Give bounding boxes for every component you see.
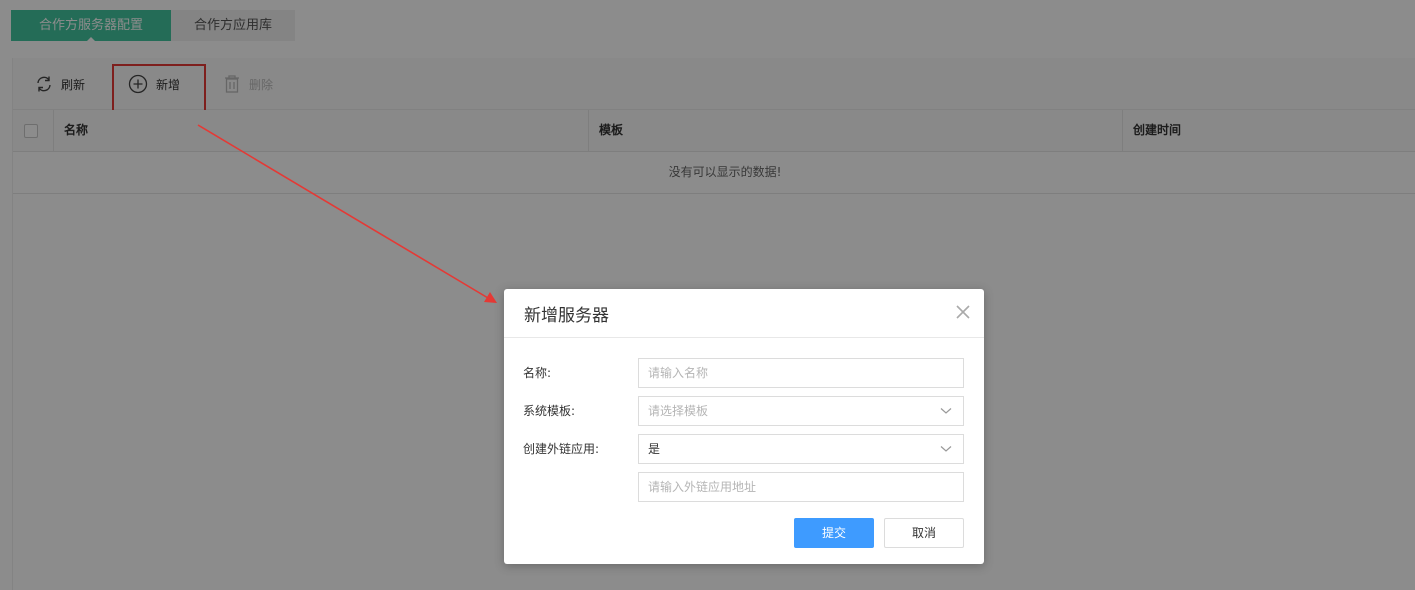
name-row: 名称:	[504, 358, 984, 388]
name-input[interactable]	[638, 358, 964, 388]
cancel-button[interactable]: 取消	[884, 518, 964, 548]
template-label: 系统模板:	[523, 404, 576, 418]
create-link-value: 是	[648, 442, 661, 456]
link-url-input[interactable]	[638, 472, 964, 502]
template-placeholder: 请选择模板	[648, 404, 709, 418]
submit-button[interactable]: 提交	[794, 518, 874, 548]
create-link-select[interactable]: 是	[638, 434, 964, 464]
add-server-dialog: 新增服务器 名称: 系统模板: 请选择模板 创建外链应用: 是 提交 取消	[504, 289, 984, 564]
create-link-label: 创建外链应用:	[523, 442, 600, 456]
chevron-down-icon	[940, 408, 952, 414]
template-select[interactable]: 请选择模板	[638, 396, 964, 426]
dialog-title: 新增服务器	[524, 306, 609, 326]
chevron-down-icon	[940, 446, 952, 452]
close-icon[interactable]	[954, 303, 972, 321]
template-row: 系统模板: 请选择模板	[504, 396, 984, 426]
link-url-row	[504, 472, 984, 502]
dialog-header: 新增服务器	[504, 289, 984, 338]
name-label: 名称:	[523, 366, 552, 380]
create-link-row: 创建外链应用: 是	[504, 434, 984, 464]
